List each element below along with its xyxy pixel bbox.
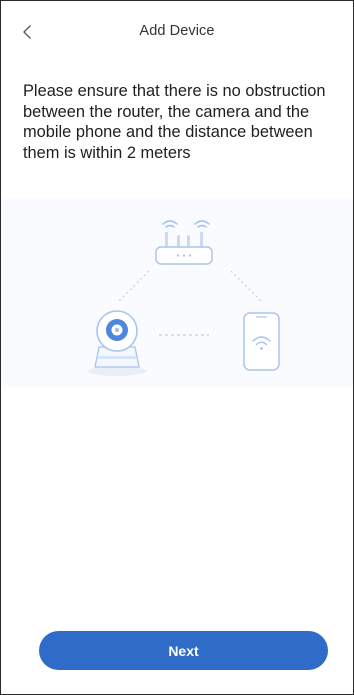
instruction-text: Please ensure that there is no obstructi… — [23, 82, 326, 162]
router-phone-dashed-line — [230, 270, 264, 304]
next-button[interactable]: Next — [39, 631, 328, 670]
router-icon — [155, 220, 213, 265]
add-device-screen: Add Device Please ensure that there is n… — [0, 0, 354, 695]
app-header: Add Device — [1, 1, 353, 63]
connection-illustration — [1, 199, 353, 387]
router-camera-dashed-line — [116, 270, 150, 304]
camera-icon — [88, 310, 146, 376]
phone-icon — [243, 312, 280, 371]
page-title: Add Device — [139, 23, 215, 39]
illustration-graphic — [88, 220, 280, 376]
